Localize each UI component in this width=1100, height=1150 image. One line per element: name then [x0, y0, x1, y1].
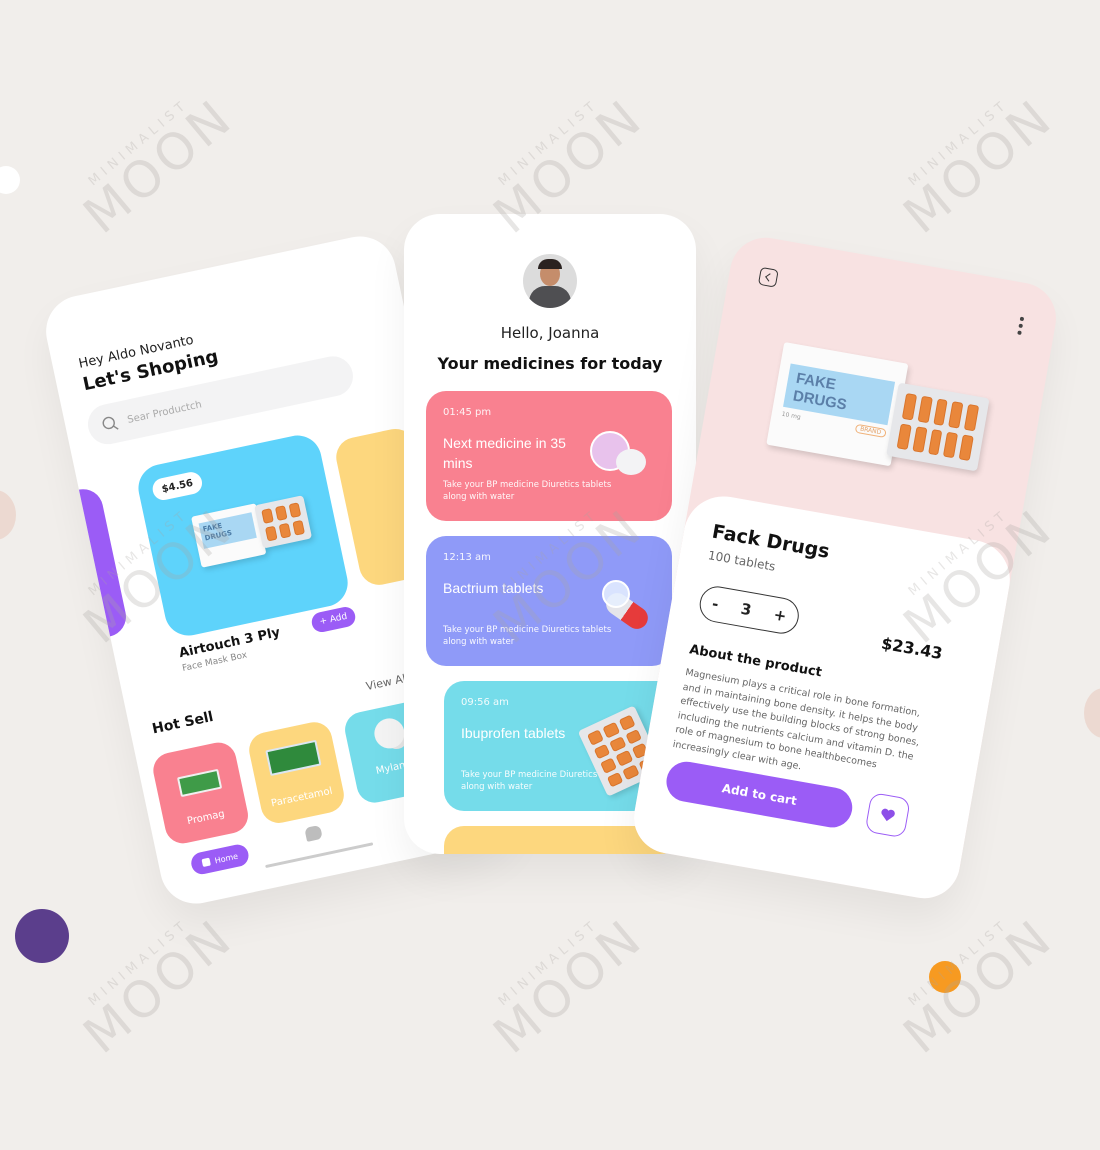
nav-home-label: Home: [213, 851, 239, 865]
detail-panel: Fack Drugs 100 tablets - 3 + $23.43 Abou…: [628, 490, 1017, 904]
medicine-title: Next medicine in 35 mins: [443, 435, 566, 471]
avatar: [523, 254, 577, 308]
box-dose: 10 mg: [781, 410, 802, 421]
hot-item-label: Promag: [186, 808, 226, 828]
increment-button[interactable]: +: [772, 605, 788, 625]
medicine-title: Bactrium tablets: [443, 580, 544, 596]
decor-dot-white: [0, 166, 20, 194]
carousel-card-left[interactable]: [39, 485, 130, 649]
watermark: MINIMALIST MOON: [892, 87, 1065, 245]
pill-blister-image: [254, 495, 313, 549]
nav-chat-icon[interactable]: [304, 824, 323, 842]
favorite-button[interactable]: [864, 792, 911, 839]
medicine-time: 12:13 am: [443, 552, 491, 563]
add-button[interactable]: + Add: [309, 605, 358, 634]
mylanta-tablets-image: [371, 715, 408, 752]
watermark: MINIMALIST MOON: [482, 907, 655, 1065]
watermark: MINIMALIST MOON: [892, 907, 1065, 1065]
medicine-desc: Take your BP medicine Diuretics tablets …: [443, 625, 612, 647]
hot-item-paracetamol[interactable]: Paracetamol: [245, 718, 348, 827]
search-icon: [102, 416, 119, 430]
round-tablet-image-2: [616, 449, 646, 475]
promag-pack-image: [176, 768, 223, 798]
paracetamol-pack-image: [265, 739, 322, 777]
box-label-2: DRUGS: [791, 387, 848, 414]
quantity-stepper[interactable]: - 3 +: [696, 583, 802, 637]
hello-text: Hello, Joanna: [500, 324, 600, 342]
decor-dot-orange: [929, 961, 961, 993]
decrement-button[interactable]: -: [711, 595, 720, 614]
product-price: $23.43: [879, 633, 944, 664]
glass-capsule-image: [602, 580, 630, 608]
medicine-title: Ibuprofen tablets: [461, 725, 566, 741]
page-title: Your medicines for today: [437, 354, 663, 373]
medicine-card[interactable]: 01:45 pm Next medicine in 35 mins Take y…: [426, 391, 672, 521]
nav-home-button[interactable]: Home: [189, 842, 251, 877]
home-icon: [201, 857, 211, 868]
chevron-left-icon: [765, 273, 774, 282]
medicine-desc: Take your BP medicine Diuretics tablets …: [443, 480, 612, 502]
hot-item-label: Paracetamol: [270, 785, 334, 810]
search-placeholder: Sear Productch: [126, 398, 203, 426]
pill-blister-image: [886, 382, 990, 472]
medicine-card[interactable]: 12:13 am Bactrium tablets Take your BP m…: [426, 536, 672, 666]
decor-dot-peach: [0, 490, 16, 540]
medicine-time: 01:45 pm: [443, 407, 492, 418]
decor-dot-peach-right: [1084, 688, 1100, 738]
more-options-icon[interactable]: [1017, 316, 1025, 336]
featured-card[interactable]: $4.56 FAKE DRUGS: [134, 431, 353, 640]
medicine-time: 09:56 am: [461, 697, 509, 708]
watermark: MINIMALIST MOON: [72, 907, 245, 1065]
home-indicator: [265, 842, 374, 869]
back-button[interactable]: [757, 266, 779, 288]
watermark: MINIMALIST MOON: [72, 87, 245, 245]
quantity-value: 3: [739, 599, 753, 620]
price-badge: $4.56: [150, 470, 205, 503]
box-brand: BRAND: [854, 423, 887, 439]
heart-icon: [881, 808, 895, 822]
hot-item-promag[interactable]: Promag: [150, 739, 252, 847]
decor-dot-purple: [15, 909, 69, 963]
hot-sell-title: Hot Sell: [150, 708, 215, 738]
